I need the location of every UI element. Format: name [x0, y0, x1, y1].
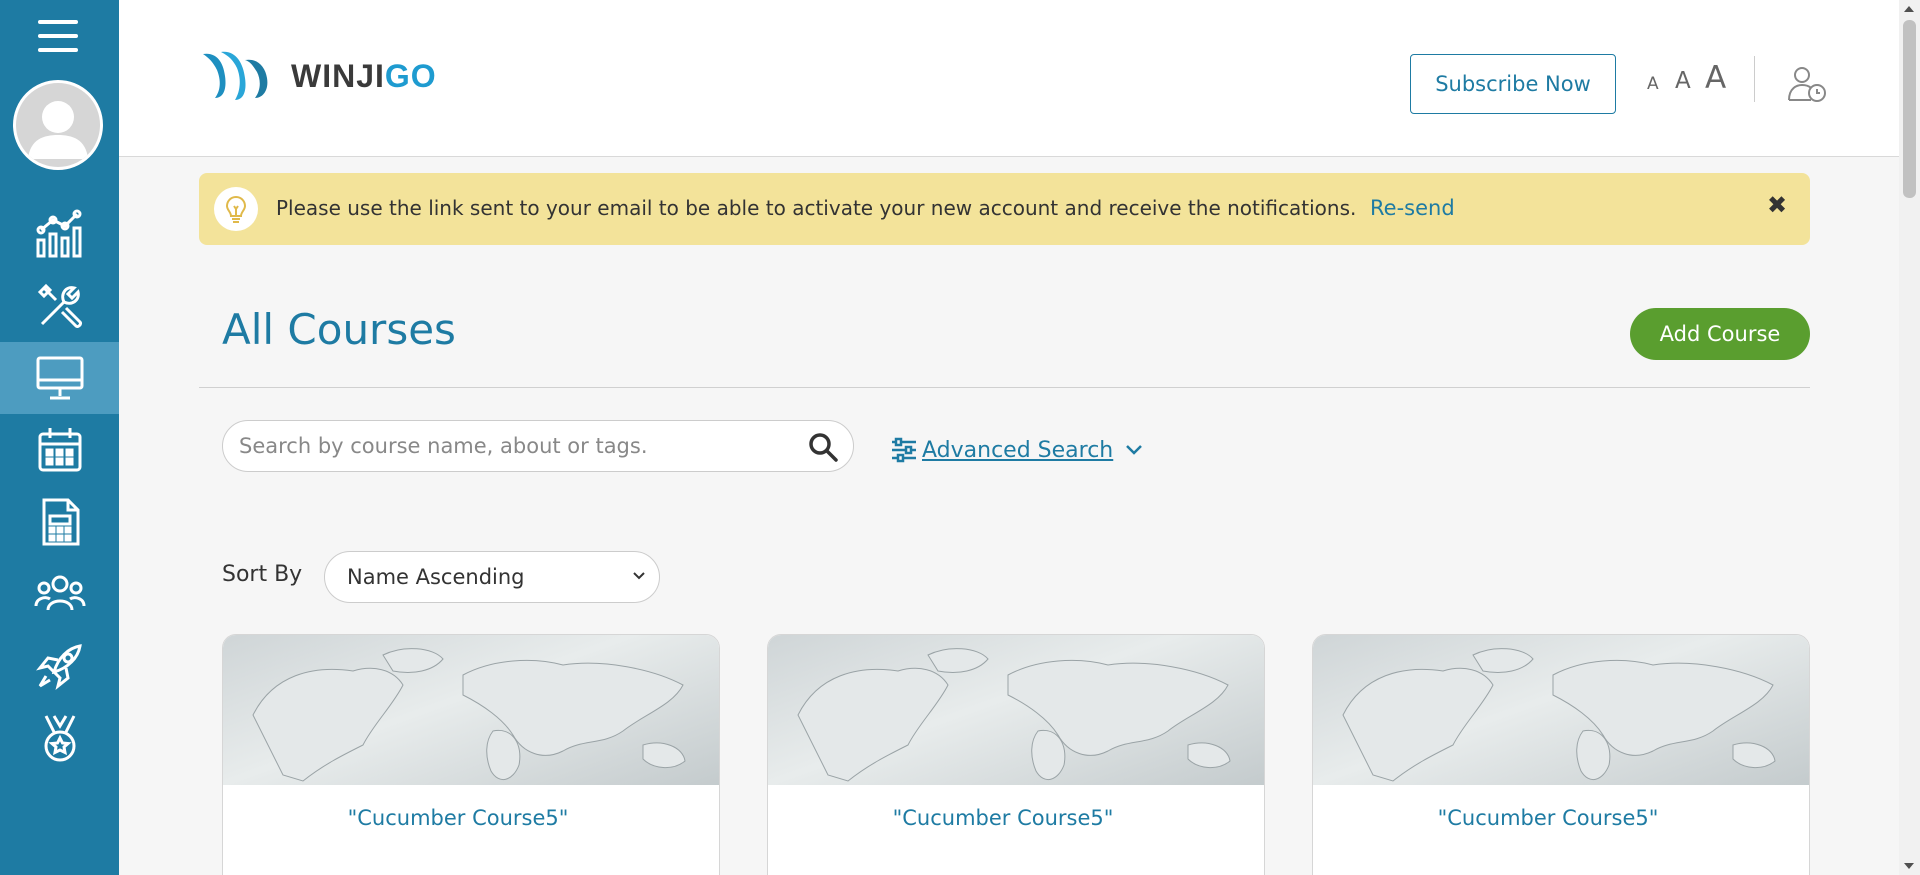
logo-text-light: GO	[384, 57, 437, 94]
font-size-medium-button[interactable]: A	[1675, 68, 1691, 94]
sidebar-item-achievements[interactable]	[0, 702, 119, 774]
subscribe-button[interactable]: Subscribe Now	[1410, 54, 1616, 114]
world-map-image	[768, 635, 1264, 785]
filter-sliders-icon	[892, 437, 916, 463]
course-card[interactable]: "Cucumber Course5"	[767, 634, 1265, 875]
scroll-down-arrow-icon[interactable]	[1904, 863, 1914, 869]
courses-monitor-icon	[36, 356, 83, 400]
course-title[interactable]: "Cucumber Course5"	[768, 806, 1238, 830]
sidebar-item-courses[interactable]	[0, 342, 119, 414]
sidebar	[0, 0, 119, 875]
chevron-down-icon	[633, 572, 645, 580]
sort-selected-value: Name Ascending	[347, 565, 525, 589]
world-map-image	[1313, 635, 1809, 785]
advanced-search-label[interactable]: Advanced Search	[922, 438, 1113, 463]
activation-alert: Please use the link sent to your email t…	[199, 173, 1810, 245]
users-group-icon	[34, 575, 85, 611]
tools-icon	[37, 283, 82, 328]
sidebar-item-tools[interactable]	[0, 270, 119, 342]
calendar-icon	[38, 428, 81, 472]
hamburger-menu-icon[interactable]	[38, 20, 78, 56]
lightbulb-icon	[214, 187, 258, 231]
user-clock-icon[interactable]	[1787, 64, 1827, 104]
alert-close-icon[interactable]: ✖	[1767, 191, 1787, 219]
top-header: WINJIGO Subscribe Now A A A	[119, 0, 1899, 157]
font-size-small-button[interactable]: A	[1647, 74, 1659, 94]
title-divider	[199, 387, 1810, 388]
page-scrollbar[interactable]	[1899, 0, 1920, 875]
alert-message: Please use the link sent to your email t…	[276, 196, 1357, 220]
add-course-button[interactable]: Add Course	[1630, 308, 1810, 360]
course-card[interactable]: "Cucumber Course5"	[222, 634, 720, 875]
advanced-search-toggle[interactable]: Advanced Search	[890, 436, 1145, 464]
logo-wave-icon	[203, 51, 268, 100]
course-card[interactable]: "Cucumber Course5"	[1312, 634, 1810, 875]
chevron-down-icon	[1126, 445, 1143, 455]
scroll-thumb[interactable]	[1903, 20, 1916, 198]
sidebar-item-calculator[interactable]	[0, 486, 119, 558]
header-divider	[1754, 56, 1755, 102]
rocket-icon	[35, 644, 82, 690]
world-map-image	[223, 635, 719, 785]
page-title: All Courses	[222, 305, 456, 354]
avatar[interactable]	[13, 80, 103, 170]
medal-icon	[44, 715, 75, 762]
course-title[interactable]: "Cucumber Course5"	[223, 806, 693, 830]
font-size-large-button[interactable]: A	[1705, 60, 1726, 96]
search-icon[interactable]	[807, 431, 839, 463]
sort-label: Sort By	[222, 562, 303, 587]
sidebar-item-calendar[interactable]	[0, 414, 119, 486]
search-input[interactable]	[239, 421, 799, 471]
sidebar-item-users[interactable]	[0, 558, 119, 630]
sidebar-item-launch[interactable]	[0, 630, 119, 702]
analytics-icon	[36, 209, 81, 258]
resend-link[interactable]: Re-send	[1370, 196, 1455, 220]
logo-text-dark: WINJI	[291, 57, 385, 94]
sort-select[interactable]: Name Ascending	[324, 551, 660, 603]
scroll-up-arrow-icon[interactable]	[1904, 6, 1914, 12]
winjigo-logo[interactable]: WINJIGO	[201, 50, 437, 102]
search-box	[222, 420, 854, 472]
course-title[interactable]: "Cucumber Course5"	[1313, 806, 1783, 830]
sidebar-item-analytics[interactable]	[0, 198, 119, 270]
calculator-icon	[42, 498, 79, 546]
